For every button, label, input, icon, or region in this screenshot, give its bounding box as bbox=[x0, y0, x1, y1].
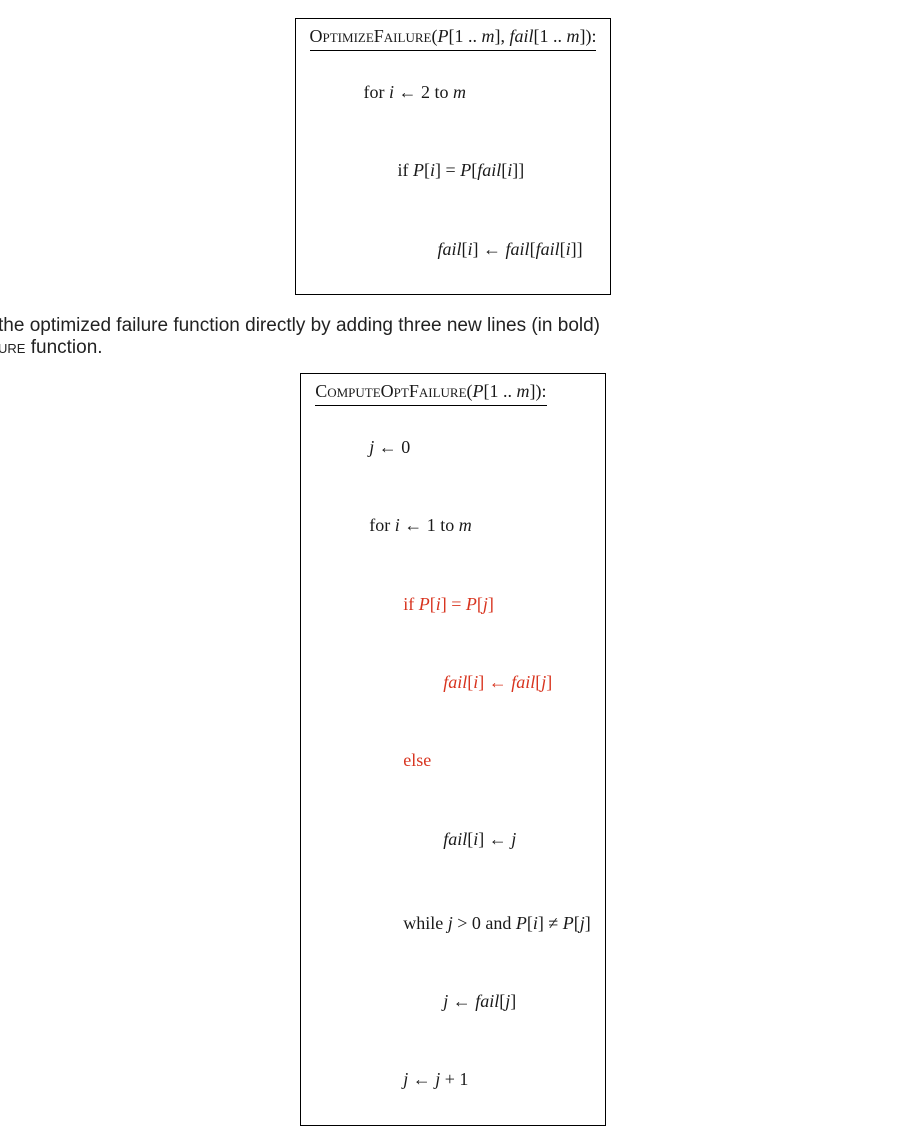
t: P bbox=[413, 160, 424, 180]
t: fail bbox=[477, 160, 501, 180]
algo1-r1b: ], bbox=[494, 26, 509, 46]
prose-block: the optimized failure function directly … bbox=[0, 315, 906, 359]
algo2-line7: while j > 0 and P[i] ≠ P[j] bbox=[315, 884, 591, 962]
algo2-line2: for i ← 1 to m bbox=[315, 486, 591, 564]
t: ← bbox=[408, 1069, 435, 1089]
t: [1 .. bbox=[484, 381, 517, 401]
t: P bbox=[460, 160, 471, 180]
algo2-line5: else bbox=[315, 721, 591, 799]
t: ] bbox=[488, 594, 494, 614]
t: fail bbox=[475, 991, 499, 1011]
t: if bbox=[403, 594, 419, 614]
t: ] ≠ bbox=[538, 913, 563, 933]
algo1-title: OptimizeFailure(P[1 .. m], fail[1 .. m])… bbox=[310, 23, 597, 51]
t: fail bbox=[443, 829, 467, 849]
algo1-line1: for i ← 2 to m bbox=[310, 53, 597, 131]
t: fail bbox=[438, 239, 462, 259]
t: + 1 bbox=[440, 1069, 468, 1089]
t: ] ← bbox=[478, 672, 511, 692]
algo1-fail: fail bbox=[509, 26, 533, 46]
algo2-line9: j ← j + 1 bbox=[315, 1040, 591, 1118]
t: ] ← bbox=[478, 829, 511, 849]
t: while bbox=[403, 913, 448, 933]
prose-line2: ure function. bbox=[0, 337, 906, 359]
t: j bbox=[511, 829, 516, 849]
t: fail bbox=[536, 239, 560, 259]
algo2-line3: if P[i] = P[j] bbox=[315, 565, 591, 643]
algo2-title: ComputeOptFailure(P[1 .. m]): bbox=[315, 378, 546, 406]
algo1-r1: [1 .. bbox=[448, 26, 481, 46]
t: P bbox=[563, 913, 574, 933]
t: for bbox=[369, 515, 395, 535]
t: else bbox=[403, 750, 431, 770]
t: fail bbox=[506, 239, 530, 259]
t: if bbox=[398, 160, 414, 180]
t: P bbox=[473, 381, 484, 401]
algo2-name: ComputeOptFailure bbox=[315, 381, 466, 401]
t: P bbox=[466, 594, 477, 614]
algo1-m1: m bbox=[481, 26, 494, 46]
algo1-line3: fail[i] ← fail[fail[i]] bbox=[310, 210, 597, 288]
t: ← 2 to bbox=[394, 82, 453, 102]
t: ] bbox=[585, 913, 591, 933]
t: ]): bbox=[530, 381, 547, 401]
algo1-line2: if P[i] = P[fail[i]] bbox=[310, 131, 597, 209]
prose-sc: ure bbox=[0, 337, 25, 358]
algo1-r2b: ]): bbox=[579, 26, 596, 46]
algo1-box: OptimizeFailure(P[1 .. m], fail[1 .. m])… bbox=[295, 18, 612, 295]
algo2-box: ComputeOptFailure(P[1 .. m]): j ← 0 for … bbox=[300, 373, 606, 1126]
t: m bbox=[453, 82, 466, 102]
t: ]] bbox=[512, 160, 524, 180]
t: ] = bbox=[435, 160, 460, 180]
t: > 0 and bbox=[453, 913, 516, 933]
algo2-container: ComputeOptFailure(P[1 .. m]): j ← 0 for … bbox=[0, 373, 906, 1126]
algo1-name: OptimizeFailure bbox=[310, 26, 432, 46]
t: ]] bbox=[571, 239, 583, 259]
t: fail bbox=[443, 672, 467, 692]
t: m bbox=[517, 381, 530, 401]
page: OptimizeFailure(P[1 .. m], fail[1 .. m])… bbox=[0, 18, 906, 648]
t: m bbox=[459, 515, 472, 535]
t: fail bbox=[511, 672, 535, 692]
algo2-line4: fail[i] ← fail[j] bbox=[315, 643, 591, 721]
prose-line1: the optimized failure function directly … bbox=[0, 315, 906, 337]
t: for bbox=[364, 82, 390, 102]
algo1-container: OptimizeFailure(P[1 .. m], fail[1 .. m])… bbox=[0, 18, 906, 295]
algo2-line6: fail[i] ← j bbox=[315, 799, 591, 877]
t: ] ← bbox=[473, 239, 506, 259]
algo2-line8: j ← fail[j] bbox=[315, 962, 591, 1040]
t: ] bbox=[510, 991, 516, 1011]
algo1-r2: [1 .. bbox=[533, 26, 566, 46]
t: ] = bbox=[441, 594, 466, 614]
algo1-m2: m bbox=[566, 26, 579, 46]
t: ] bbox=[546, 672, 552, 692]
algo2-line1: j ← 0 bbox=[315, 408, 591, 486]
t: ← 0 bbox=[374, 437, 410, 457]
t: ← 1 to bbox=[400, 515, 459, 535]
t: P bbox=[516, 913, 527, 933]
t: ← bbox=[448, 991, 475, 1011]
prose-rest: function. bbox=[25, 337, 102, 358]
algo1-P: P bbox=[437, 26, 448, 46]
t: P bbox=[419, 594, 430, 614]
